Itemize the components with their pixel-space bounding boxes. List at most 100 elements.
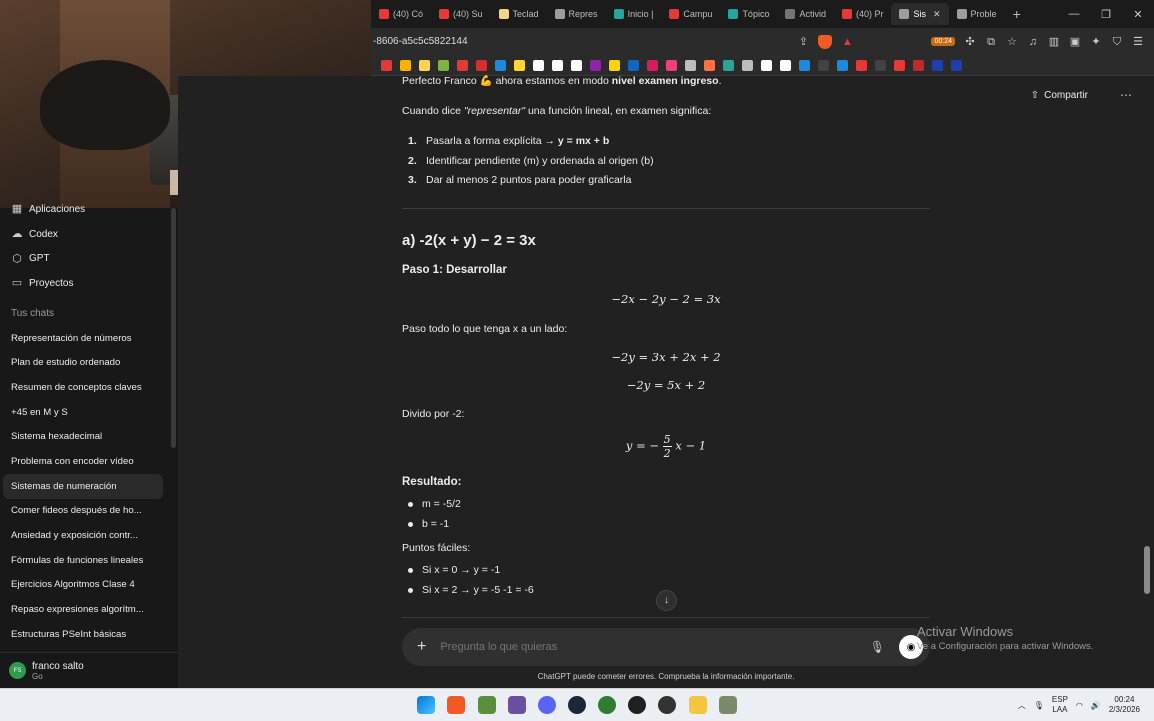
chat-list-item[interactable]: Representación de números — [0, 326, 161, 351]
bookmark-favicon-icon[interactable] — [438, 59, 449, 71]
bookmark-favicon-icon[interactable] — [894, 59, 905, 71]
sidebar-item-gpt[interactable]: ⬡ GPT — [0, 246, 178, 271]
bookmark-favicon-icon[interactable] — [647, 59, 658, 71]
sidebar-item-apps[interactable]: ▦ Aplicaciones — [0, 197, 178, 222]
chat-list-item[interactable]: Fórmulas de funciones lineales — [0, 548, 161, 573]
bookmark-favicon-icon[interactable] — [761, 59, 772, 71]
bookmark-favicon-icon[interactable] — [495, 59, 506, 71]
brave-rewards-icon[interactable]: ▲ — [841, 36, 853, 48]
menu-icon[interactable]: ☰ — [1132, 36, 1144, 48]
tab-close-icon[interactable]: ✕ — [933, 9, 941, 20]
main-scrollbar[interactable] — [1144, 546, 1150, 594]
chat-list-item[interactable]: Problema con encoder vídeo — [0, 449, 161, 474]
bookmark-favicon-icon[interactable] — [951, 59, 962, 71]
bookmark-favicon-icon[interactable] — [609, 59, 620, 71]
wallet-icon[interactable]: ▣ — [1069, 36, 1081, 48]
browser-tab[interactable]: Repres — [547, 3, 606, 25]
prompt-input[interactable] — [438, 640, 870, 654]
bookmark-favicon-icon[interactable] — [780, 59, 791, 71]
brave-browser-icon[interactable] — [447, 696, 465, 714]
browser-tab[interactable]: Proble — [949, 3, 1005, 25]
browser-tab[interactable]: Activid — [777, 3, 834, 25]
maximize-button[interactable]: ❐ — [1090, 8, 1122, 21]
browser-tab[interactable]: Inicio | — [606, 3, 662, 25]
vpn-icon[interactable]: ⛉ — [1111, 36, 1123, 48]
bookmark-favicon-icon[interactable] — [514, 59, 525, 71]
start-icon[interactable] — [417, 696, 435, 714]
chat-list-item[interactable]: Plan de estudio ordenado — [0, 350, 161, 375]
bookmark-favicon-icon[interactable] — [685, 59, 696, 71]
bookmark-favicon-icon[interactable] — [742, 59, 753, 71]
chat-list-item[interactable]: Resumen de conceptos claves — [0, 375, 161, 400]
discord-icon[interactable] — [538, 696, 556, 714]
brave-shield-icon[interactable] — [818, 34, 833, 49]
browser-tab[interactable]: (40) Có — [371, 3, 431, 25]
bookmark-favicon-icon[interactable] — [419, 59, 430, 71]
chat-list-item[interactable]: Ansiedad y exposición contr... — [0, 523, 161, 548]
bookmark-favicon-icon[interactable] — [932, 59, 943, 71]
snipping-tool-icon[interactable] — [508, 696, 526, 714]
sidebar-toggle-icon[interactable]: ▥ — [1048, 36, 1060, 48]
language-indicator[interactable]: ESP LAA — [1052, 695, 1068, 715]
browser-tab[interactable]: (40) Pr — [834, 3, 892, 25]
bookmark-favicon-icon[interactable] — [400, 59, 411, 71]
bookmark-favicon-icon[interactable] — [799, 59, 810, 71]
browser-tab[interactable]: Teclad — [491, 3, 547, 25]
more-options-icon[interactable]: ⋯ — [1120, 88, 1132, 102]
calculator-icon[interactable] — [478, 696, 496, 714]
share-page-icon[interactable]: ⇪ — [797, 36, 809, 48]
bookmark-favicon-icon[interactable] — [875, 59, 886, 71]
epic-games-icon[interactable] — [628, 696, 646, 714]
browser-tab[interactable]: Tópico — [720, 3, 777, 25]
bookmark-favicon-icon[interactable] — [457, 59, 468, 71]
bookmark-favicon-icon[interactable] — [590, 59, 601, 71]
chat-list-item[interactable]: Sistema hexadecimal — [0, 425, 161, 450]
music-icon[interactable]: ♫ — [1027, 36, 1039, 48]
chat-list-item[interactable]: Sistemas de numeración — [3, 473, 163, 499]
microphone-icon[interactable]: 🎙 — [870, 640, 885, 654]
chat-list-item[interactable]: Estructuras PSeInt básicas — [0, 622, 161, 647]
bookmark-favicon-icon[interactable] — [856, 59, 867, 71]
steam-icon[interactable] — [568, 696, 586, 714]
clock[interactable]: 00:24 2/3/2026 — [1109, 695, 1140, 715]
bookmark-favicon-icon[interactable] — [666, 59, 677, 71]
new-tab-button[interactable]: + — [1005, 6, 1029, 22]
xbox-icon[interactable] — [598, 696, 616, 714]
sidebar-scrollbar[interactable] — [171, 208, 176, 448]
file-explorer-icon[interactable] — [689, 696, 707, 714]
chevron-up-icon[interactable]: ︿ — [1018, 700, 1026, 711]
minecraft-icon[interactable] — [719, 696, 737, 714]
url-text[interactable]: -8606-a5c5c5822144 — [371, 36, 468, 47]
obs-icon[interactable] — [658, 696, 676, 714]
attach-plus-icon[interactable]: + — [417, 638, 426, 656]
close-window-button[interactable]: ✕ — [1122, 8, 1154, 21]
chat-list-item[interactable]: Ejercicios Algoritmos Clase 4 — [0, 573, 161, 598]
bookmark-icon[interactable]: ☆ — [1006, 36, 1018, 48]
mic-tray-icon[interactable]: 🎙 — [1034, 701, 1044, 710]
extension-timer-badge[interactable]: 00:24 — [931, 37, 955, 46]
sidebar-item-codex[interactable]: ☁ Codex — [0, 222, 178, 247]
bookmark-favicon-icon[interactable] — [837, 59, 848, 71]
volume-icon[interactable]: 🔊 — [1091, 701, 1101, 710]
browser-tab[interactable]: Sis ✕ — [891, 3, 949, 25]
browser-tab[interactable]: (40) Su — [431, 3, 491, 25]
bookmark-favicon-icon[interactable] — [552, 59, 563, 71]
browser-tab[interactable]: Campu — [661, 3, 720, 25]
user-profile[interactable]: FS franco salto Go — [0, 652, 178, 688]
chat-list-item[interactable]: Repaso expresiones algorítm... — [0, 597, 161, 622]
bookmark-favicon-icon[interactable] — [628, 59, 639, 71]
minimize-button[interactable]: — — [1058, 8, 1090, 21]
bookmark-favicon-icon[interactable] — [476, 59, 487, 71]
bookmark-favicon-icon[interactable] — [723, 59, 734, 71]
extensions-icon[interactable]: ✣ — [964, 36, 976, 48]
chat-list-item[interactable]: Comer fideos después de ho... — [0, 499, 161, 524]
share-button[interactable]: ⇧ Compartir — [1031, 90, 1088, 101]
sidebar-item-folder[interactable]: ▭ Proyectos — [0, 271, 178, 296]
bookmark-favicon-icon[interactable] — [818, 59, 829, 71]
bookmark-favicon-icon[interactable] — [381, 59, 392, 71]
leo-ai-icon[interactable]: ✦ — [1090, 36, 1102, 48]
bookmark-favicon-icon[interactable] — [704, 59, 715, 71]
bookmark-favicon-icon[interactable] — [913, 59, 924, 71]
bookmark-favicon-icon[interactable] — [533, 59, 544, 71]
chat-list-item[interactable]: +45 en M y S — [0, 400, 161, 425]
